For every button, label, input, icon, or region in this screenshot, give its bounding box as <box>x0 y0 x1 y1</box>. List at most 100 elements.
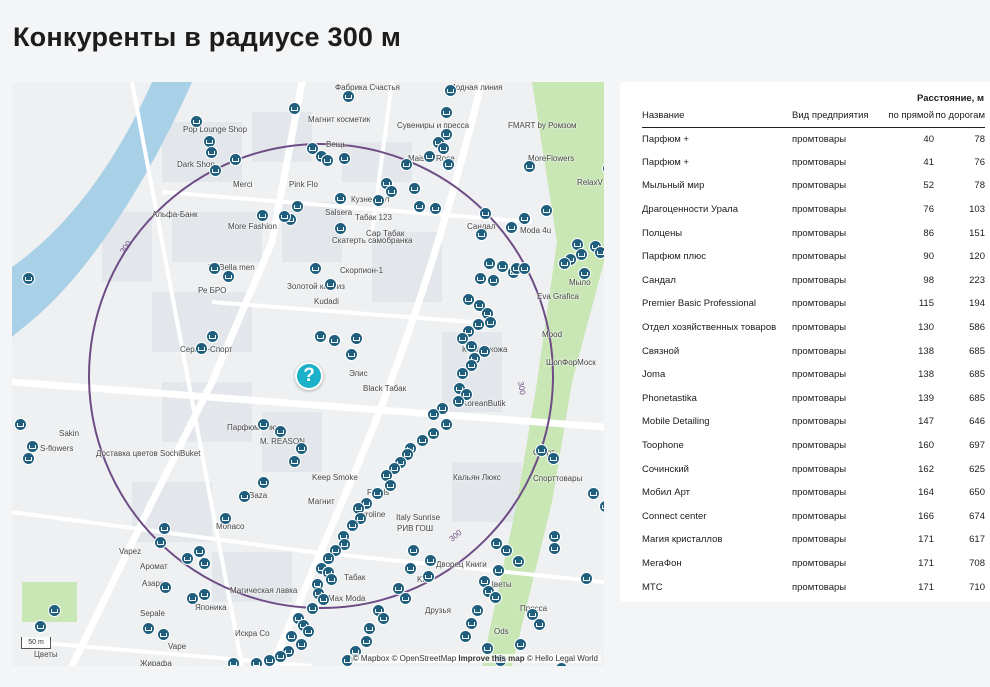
shopping-cart-icon[interactable] <box>274 425 287 438</box>
shopping-cart-icon[interactable] <box>465 340 478 353</box>
shopping-cart-icon[interactable] <box>444 84 457 97</box>
competitor-map[interactable]: 300 300 300 Фабрика Счастья Модная линия М… <box>12 82 604 666</box>
shopping-cart-icon[interactable] <box>157 628 170 641</box>
shopping-cart-icon[interactable] <box>158 522 171 535</box>
shopping-cart-icon[interactable] <box>408 182 421 195</box>
shopping-cart-icon[interactable] <box>548 542 561 555</box>
shopping-cart-icon[interactable] <box>474 272 487 285</box>
shopping-cart-icon[interactable] <box>484 316 497 329</box>
shopping-cart-icon[interactable] <box>314 330 327 343</box>
shopping-cart-icon[interactable] <box>471 604 484 617</box>
shopping-cart-icon[interactable] <box>14 418 27 431</box>
shopping-cart-icon[interactable] <box>198 557 211 570</box>
shopping-cart-icon[interactable] <box>263 654 276 666</box>
shopping-cart-icon[interactable] <box>291 200 304 213</box>
shopping-cart-icon[interactable] <box>400 158 413 171</box>
shopping-cart-icon[interactable] <box>342 90 355 103</box>
shopping-cart-icon[interactable] <box>334 222 347 235</box>
shopping-cart-icon[interactable] <box>350 332 363 345</box>
shopping-cart-icon[interactable] <box>190 115 203 128</box>
shopping-cart-icon[interactable] <box>295 442 308 455</box>
shopping-cart-icon[interactable] <box>227 657 240 666</box>
shopping-cart-icon[interactable] <box>505 221 518 234</box>
shopping-cart-icon[interactable] <box>309 262 322 275</box>
shopping-cart-icon[interactable] <box>518 212 531 225</box>
shopping-cart-icon[interactable] <box>257 476 270 489</box>
shopping-cart-icon[interactable] <box>256 209 269 222</box>
shopping-cart-icon[interactable] <box>208 262 221 275</box>
shopping-cart-icon[interactable] <box>442 158 455 171</box>
improve-map-link[interactable]: Improve this map <box>458 654 524 663</box>
shopping-cart-icon[interactable] <box>540 204 553 217</box>
shopping-cart-icon[interactable] <box>22 272 35 285</box>
shopping-cart-icon[interactable] <box>424 554 437 567</box>
shopping-cart-icon[interactable] <box>452 395 465 408</box>
shopping-cart-icon[interactable] <box>360 635 373 648</box>
shopping-cart-icon[interactable] <box>219 512 232 525</box>
shopping-cart-icon[interactable] <box>456 367 469 380</box>
shopping-cart-icon[interactable] <box>22 452 35 465</box>
attribution-hello[interactable]: © Hello Legal World <box>527 654 598 663</box>
shopping-cart-icon[interactable] <box>427 408 440 421</box>
shopping-cart-icon[interactable] <box>558 257 571 270</box>
shopping-cart-icon[interactable] <box>159 581 172 594</box>
shopping-cart-icon[interactable] <box>324 278 337 291</box>
shopping-cart-icon[interactable] <box>250 657 263 666</box>
shopping-cart-icon[interactable] <box>181 552 194 565</box>
shopping-cart-icon[interactable] <box>345 348 358 361</box>
shopping-cart-icon[interactable] <box>288 455 301 468</box>
shopping-cart-icon[interactable] <box>535 444 548 457</box>
shopping-cart-icon[interactable] <box>512 555 525 568</box>
shopping-cart-icon[interactable] <box>440 418 453 431</box>
shopping-cart-icon[interactable] <box>427 427 440 440</box>
shopping-cart-icon[interactable] <box>514 638 527 651</box>
shopping-cart-icon[interactable] <box>229 153 242 166</box>
shopping-cart-icon[interactable] <box>377 612 390 625</box>
attribution-mapbox[interactable]: © Mapbox <box>353 654 390 663</box>
shopping-cart-icon[interactable] <box>578 267 591 280</box>
shopping-cart-icon[interactable] <box>195 342 208 355</box>
shopping-cart-icon[interactable] <box>489 591 502 604</box>
shopping-cart-icon[interactable] <box>48 604 61 617</box>
shopping-cart-icon[interactable] <box>483 257 496 270</box>
shopping-cart-icon[interactable] <box>371 487 384 500</box>
shopping-cart-icon[interactable] <box>479 207 492 220</box>
shopping-cart-icon[interactable] <box>346 519 359 532</box>
shopping-cart-icon[interactable] <box>222 270 235 283</box>
shopping-cart-icon[interactable] <box>372 194 385 207</box>
shopping-cart-icon[interactable] <box>416 434 429 447</box>
shopping-cart-icon[interactable] <box>385 185 398 198</box>
shopping-cart-icon[interactable] <box>429 202 442 215</box>
shopping-cart-icon[interactable] <box>384 479 397 492</box>
shopping-cart-icon[interactable] <box>328 334 341 347</box>
shopping-cart-icon[interactable] <box>518 262 531 275</box>
shopping-cart-icon[interactable] <box>205 146 218 159</box>
shopping-cart-icon[interactable] <box>413 200 426 213</box>
shopping-cart-icon[interactable] <box>399 592 412 605</box>
shopping-cart-icon[interactable] <box>459 630 472 643</box>
shopping-cart-icon[interactable] <box>154 536 167 549</box>
shopping-cart-icon[interactable] <box>404 562 417 575</box>
shopping-cart-icon[interactable] <box>440 106 453 119</box>
shopping-cart-icon[interactable] <box>34 620 47 633</box>
shopping-cart-icon[interactable] <box>278 210 291 223</box>
shopping-cart-icon[interactable] <box>523 160 536 173</box>
shopping-cart-icon[interactable] <box>594 246 604 259</box>
shopping-cart-icon[interactable] <box>302 625 315 638</box>
attribution-osm[interactable]: © OpenStreetMap <box>392 654 457 663</box>
shopping-cart-icon[interactable] <box>288 102 301 115</box>
shopping-cart-icon[interactable] <box>437 142 450 155</box>
shopping-cart-icon[interactable] <box>321 154 334 167</box>
shopping-cart-icon[interactable] <box>526 608 539 621</box>
shopping-cart-icon[interactable] <box>206 330 219 343</box>
shopping-cart-icon[interactable] <box>257 418 270 431</box>
shopping-cart-icon[interactable] <box>475 228 488 241</box>
shopping-cart-icon[interactable] <box>295 638 308 651</box>
shopping-cart-icon[interactable] <box>465 617 478 630</box>
shopping-cart-icon[interactable] <box>407 544 420 557</box>
shopping-cart-icon[interactable] <box>198 588 211 601</box>
shopping-cart-icon[interactable] <box>334 192 347 205</box>
shopping-cart-icon[interactable] <box>209 164 222 177</box>
shopping-cart-icon[interactable] <box>423 150 436 163</box>
shopping-cart-icon[interactable] <box>363 622 376 635</box>
